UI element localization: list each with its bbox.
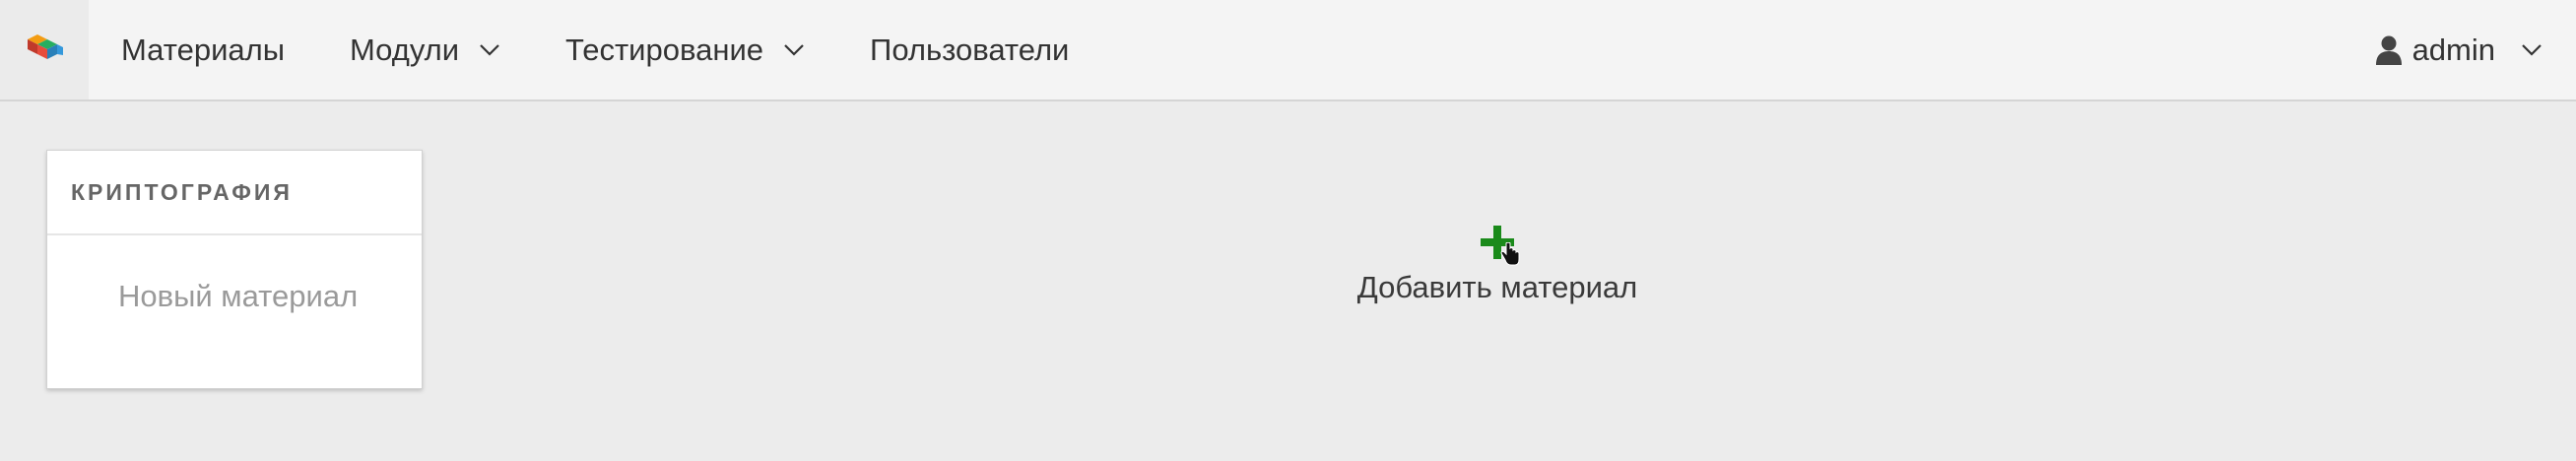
chevron-down-icon xyxy=(2521,43,2543,56)
add-material-button[interactable]: Добавить материал xyxy=(1352,223,1643,305)
main-nav: Материалы Модули Тестирование Пользовате… xyxy=(89,0,1101,99)
home-logo-link[interactable] xyxy=(0,0,89,99)
user-name: admin xyxy=(2411,32,2495,67)
nav-item-label: Тестирование xyxy=(565,32,764,67)
user-menu-dropdown[interactable]: admin xyxy=(2375,0,2543,99)
nav-item-label: Материалы xyxy=(121,32,285,67)
nav-item-materials[interactable]: Материалы xyxy=(89,0,317,99)
logo-icon xyxy=(24,33,65,67)
user-icon xyxy=(2375,34,2403,66)
add-material-label: Добавить материал xyxy=(1356,270,1638,304)
nav-item-users[interactable]: Пользователи xyxy=(837,0,1101,99)
nav-item-label: Модули xyxy=(350,32,460,67)
materials-section-card: КРИПТОГРАФИЯ Новый материал xyxy=(46,150,423,389)
sidebar-item-new-material[interactable]: Новый материал xyxy=(47,235,364,316)
chevron-down-icon xyxy=(783,43,805,56)
top-navbar: Материалы Модули Тестирование Пользовате… xyxy=(0,0,2576,101)
hand-pointer-cursor-icon xyxy=(1500,241,1520,271)
nav-item-testing[interactable]: Тестирование xyxy=(533,0,837,99)
section-title: КРИПТОГРАФИЯ xyxy=(47,151,422,235)
nav-item-modules[interactable]: Модули xyxy=(317,0,533,99)
chevron-down-icon xyxy=(479,43,500,56)
nav-item-label: Пользователи xyxy=(870,32,1070,67)
